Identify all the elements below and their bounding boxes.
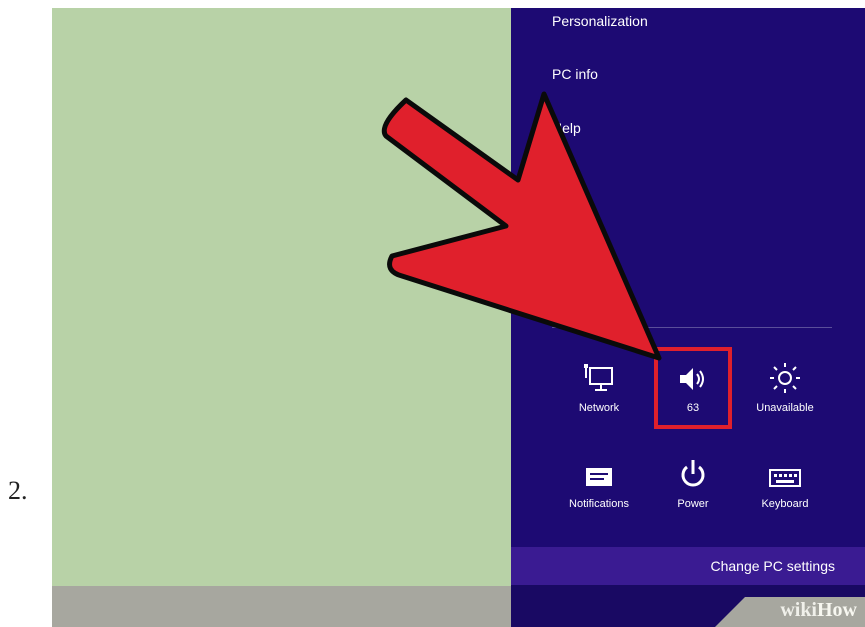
step-number: 2. bbox=[8, 476, 28, 505]
red-arrow-annotation bbox=[381, 91, 662, 361]
screenshot-frame: Personalization PC info Help Network 63 … bbox=[52, 8, 865, 627]
